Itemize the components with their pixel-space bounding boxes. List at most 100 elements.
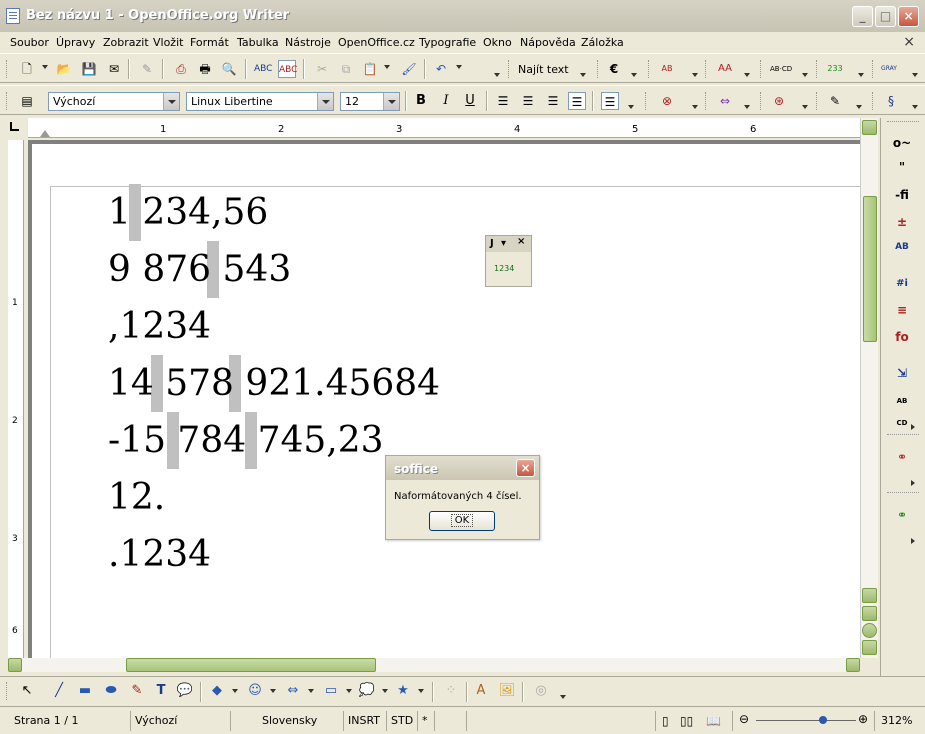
font-name-select[interactable]: Linux Libertine (186, 92, 334, 111)
symbol-shapes-icon[interactable]: ☺ (246, 682, 264, 700)
bold-icon[interactable]: B (412, 92, 430, 110)
chevron-down-icon[interactable] (418, 689, 424, 693)
edit-file-icon[interactable]: ✎ (138, 60, 156, 78)
freeform-icon[interactable]: ✎ (128, 682, 146, 700)
nonbreaking-icon[interactable]: ⊗ (658, 92, 676, 110)
chevron-down-icon[interactable] (163, 93, 179, 110)
italic-icon[interactable]: I (437, 92, 455, 110)
insert-image-icon[interactable]: 🖼 (498, 682, 516, 700)
letter-case-icon[interactable]: AA (716, 60, 734, 78)
menu-soubor[interactable]: Soubor (10, 36, 49, 49)
binoculars-green-icon[interactable]: ⚭ (891, 504, 913, 526)
zoom-level[interactable]: 312% (881, 714, 912, 727)
toolbar-overflow-icon[interactable] (631, 73, 637, 77)
toolbar-overflow-icon[interactable] (744, 73, 750, 77)
format-paintbrush-icon[interactable]: 🖌 (400, 60, 418, 78)
ellipse-icon[interactable]: ⬬ (102, 682, 120, 700)
paste-dropdown-icon[interactable] (384, 65, 390, 69)
save-icon[interactable]: 💾 (80, 60, 98, 78)
sidebar-icon[interactable]: AB (891, 236, 913, 258)
align-right-icon[interactable]: ☰ (544, 92, 562, 110)
new-dropdown-icon[interactable] (42, 65, 48, 69)
chevron-down-icon[interactable] (346, 689, 352, 693)
sidebar-icon[interactable]: fo (891, 326, 913, 348)
tab-stop-selector[interactable] (8, 120, 22, 134)
export-pdf-icon[interactable]: ⎙ (172, 60, 190, 78)
edit-note-icon[interactable]: ✎ (826, 92, 844, 110)
toolbar-overflow-icon[interactable] (494, 73, 500, 77)
dialog-close-button[interactable]: × (516, 459, 535, 477)
fontwork-icon[interactable]: A (472, 682, 490, 700)
toolbar-overflow-icon[interactable] (744, 105, 750, 109)
menu-zobrazit[interactable]: Zobrazit (103, 36, 149, 49)
paste-icon[interactable]: 📋 (361, 60, 379, 78)
toolbar-grip[interactable] (6, 60, 9, 78)
align-justify-icon[interactable]: ☰ (568, 92, 586, 110)
toolbar-grip[interactable] (760, 92, 763, 110)
document-line[interactable]: 9 876 543 (108, 249, 291, 290)
sidebar-icon[interactable]: " (891, 156, 913, 178)
undo-icon[interactable]: ↶ (432, 60, 450, 78)
toolbar-overflow-icon[interactable] (802, 105, 808, 109)
styles-formatting-icon[interactable]: ▤ (18, 92, 36, 110)
menu-openoffice-cz[interactable]: OpenOffice.cz (338, 36, 415, 49)
menu-typografie[interactable]: Typografie (419, 36, 476, 49)
toolbar-grip[interactable] (816, 60, 819, 78)
open-folder-icon[interactable]: 📂 (55, 60, 73, 78)
toolbar-grip[interactable] (6, 92, 9, 110)
vertical-scrollbar[interactable] (860, 118, 878, 658)
toolbar-overflow-icon[interactable] (912, 105, 918, 109)
toolbar-grip[interactable] (872, 60, 875, 78)
menu-vlozit[interactable]: Vložit (153, 36, 183, 49)
vertical-scroll-thumb[interactable] (863, 196, 877, 342)
dialog-titlebar[interactable]: soffice × (386, 456, 539, 480)
toolbar-overflow-icon[interactable] (692, 105, 698, 109)
next-page-button[interactable] (862, 640, 877, 655)
zoom-slider-thumb[interactable] (819, 716, 827, 724)
points-icon[interactable]: ⁘ (442, 682, 460, 700)
number-format-button[interactable]: 1234 (494, 264, 514, 273)
sidebar-icon[interactable]: #i (891, 273, 913, 295)
scroll-down-button[interactable] (862, 588, 877, 603)
language-status[interactable]: Slovensky (262, 714, 317, 727)
autospellcheck-icon[interactable]: ABC (278, 60, 297, 78)
document-line[interactable]: 12. (108, 477, 165, 518)
typography-ab-icon[interactable]: AB (658, 60, 676, 78)
chevron-down-icon[interactable] (232, 689, 238, 693)
undo-dropdown-icon[interactable] (456, 65, 462, 69)
book-view-icon[interactable]: 📖 (706, 714, 721, 728)
close-document-button[interactable]: × (903, 34, 915, 50)
toolbar-overflow-icon[interactable] (858, 73, 864, 77)
horizontal-scroll-thumb[interactable] (126, 658, 376, 672)
chevron-down-icon[interactable] (382, 689, 388, 693)
section-icon[interactable]: § (882, 92, 900, 110)
toolbar-overflow-icon[interactable] (802, 73, 808, 77)
ok-button[interactable]: OK (429, 511, 495, 531)
binoculars-red-icon[interactable]: ⚭ (891, 446, 913, 468)
block-arrows-icon[interactable]: ⇔ (284, 682, 302, 700)
zoom-in-icon[interactable]: ⊕ (858, 712, 868, 726)
vertical-ruler[interactable]: 1 2 3 6 (8, 140, 24, 658)
cut-icon[interactable]: ✂ (313, 60, 331, 78)
scroll-up-button[interactable] (862, 120, 877, 135)
toolbar-grip[interactable] (648, 60, 651, 78)
single-page-view-icon[interactable]: ▯ (662, 714, 669, 728)
chevron-down-icon[interactable] (270, 689, 276, 693)
rectangle-icon[interactable]: ▬ (76, 682, 94, 700)
toolbar-overflow-icon[interactable] (628, 105, 634, 109)
callouts-icon[interactable]: 💭 (358, 682, 376, 700)
sidebar-overflow-icon[interactable] (911, 480, 915, 486)
chevron-down-icon[interactable] (317, 93, 333, 110)
chevron-down-icon[interactable] (308, 689, 314, 693)
text-icon[interactable]: T (152, 682, 170, 700)
sidebar-icon[interactable]: ⇲ (891, 362, 913, 384)
line-icon[interactable]: ╱ (50, 682, 68, 700)
document-line[interactable]: 1 234,56 (108, 192, 268, 233)
left-indent-marker[interactable] (40, 130, 50, 137)
first-indent-marker[interactable] (102, 119, 110, 125)
toolbar-grip[interactable] (705, 60, 708, 78)
scroll-right-button[interactable] (846, 658, 860, 672)
chevron-down-icon[interactable]: ▾ (501, 238, 506, 249)
maximize-button[interactable]: □ (875, 6, 896, 27)
underline-icon[interactable]: U (461, 92, 479, 110)
